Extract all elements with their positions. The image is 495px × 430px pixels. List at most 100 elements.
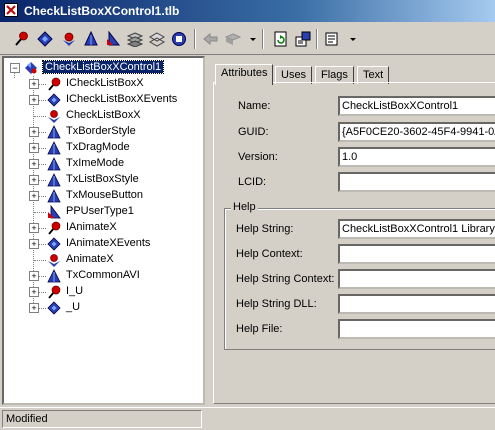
- tree-item[interactable]: PPUserType1: [29, 204, 203, 220]
- guid-field[interactable]: {A5F0CE20-3602-45F4-9941-0A4: [338, 122, 495, 142]
- new-module-icon[interactable]: [168, 28, 190, 50]
- tree-item-label[interactable]: IAnimateX: [66, 221, 117, 233]
- enum-icon: [47, 269, 61, 283]
- tree-item-label[interactable]: ICheckListBoxX: [66, 77, 144, 89]
- lcid-field[interactable]: [338, 172, 495, 192]
- expand-icon[interactable]: +: [29, 143, 39, 153]
- enum-icon: [47, 157, 61, 171]
- tree-item[interactable]: + TxDragMode: [29, 140, 203, 156]
- tree-item-label[interactable]: TxDragMode: [66, 141, 130, 153]
- new-dispinterface-icon[interactable]: [34, 28, 56, 50]
- toolbar: [0, 24, 495, 55]
- help-context-field[interactable]: [338, 244, 495, 264]
- expand-icon[interactable]: +: [29, 271, 39, 281]
- help-string-label: Help String:: [236, 223, 294, 235]
- tree-line: [34, 116, 46, 117]
- new-property-icon: [222, 28, 244, 50]
- status-text: Modified: [2, 410, 202, 428]
- help-string-dll-field[interactable]: [338, 294, 495, 314]
- help-string-context-label: Help String Context:: [236, 273, 335, 285]
- coclass-icon: [47, 253, 61, 267]
- expand-icon[interactable]: +: [29, 159, 39, 169]
- tree-item[interactable]: + IAnimateXEvents: [29, 236, 203, 252]
- expand-icon[interactable]: +: [29, 127, 39, 137]
- tree-item-label[interactable]: PPUserType1: [66, 205, 134, 217]
- tree-root-label[interactable]: CheckListBoxXControl1: [41, 60, 165, 74]
- tree-item[interactable]: + TxMouseButton: [29, 188, 203, 204]
- alias-icon: [47, 204, 61, 219]
- tree-item[interactable]: + TxCommonAVI: [29, 268, 203, 284]
- expand-icon[interactable]: +: [29, 191, 39, 201]
- tree-item-label[interactable]: AnimateX: [66, 253, 114, 265]
- tree-item-label[interactable]: TxBorderStyle: [66, 125, 136, 137]
- tree-line: [34, 260, 46, 261]
- chevron-down-icon[interactable]: [342, 28, 364, 50]
- enum-icon: [47, 141, 61, 155]
- tree-item[interactable]: + TxBorderStyle: [29, 124, 203, 140]
- help-string-context-field[interactable]: [338, 269, 495, 289]
- tree-line: [34, 212, 46, 213]
- tree-item-label[interactable]: _U: [66, 301, 80, 313]
- tree-item-label[interactable]: I_U: [66, 285, 83, 297]
- tree-item[interactable]: + TxListBoxStyle: [29, 172, 203, 188]
- expand-icon[interactable]: +: [29, 287, 39, 297]
- expand-icon[interactable]: +: [29, 303, 39, 313]
- tab-label: Flags: [321, 69, 348, 81]
- dispinterface-icon: [47, 93, 61, 107]
- expand-icon[interactable]: +: [29, 175, 39, 185]
- new-union-icon[interactable]: [146, 28, 168, 50]
- tree-item[interactable]: + _U: [29, 300, 203, 316]
- tree-item[interactable]: CheckListBoxX: [29, 108, 203, 124]
- toolbar-separator: [316, 29, 318, 49]
- expand-icon[interactable]: +: [29, 79, 39, 89]
- toolbar-separator: [194, 29, 196, 49]
- new-coclass-icon[interactable]: [58, 28, 80, 50]
- version-field[interactable]: 1.0: [338, 147, 495, 167]
- tree-item-label[interactable]: TxCommonAVI: [66, 269, 140, 281]
- expand-icon[interactable]: +: [29, 95, 39, 105]
- type-tree[interactable]: − CheckListBoxXControl1 + ICheckListBoxX +…: [2, 56, 205, 405]
- help-string-dll-label: Help String DLL:: [236, 298, 317, 310]
- tree-item-label[interactable]: ICheckListBoxXEvents: [66, 93, 177, 105]
- tab-attributes[interactable]: Attributes: [215, 64, 274, 85]
- tree-item-label[interactable]: TxListBoxStyle: [66, 173, 139, 185]
- new-record-icon[interactable]: [124, 28, 146, 50]
- interface-icon: [47, 221, 61, 235]
- expand-icon[interactable]: +: [29, 239, 39, 249]
- help-file-field[interactable]: [338, 319, 495, 339]
- help-file-label: Help File:: [236, 323, 283, 335]
- tree-item-label[interactable]: IAnimateXEvents: [66, 237, 150, 249]
- new-alias-icon[interactable]: [102, 28, 124, 50]
- new-enum-icon[interactable]: [80, 28, 102, 50]
- tree-item[interactable]: + ICheckListBoxX: [29, 76, 203, 92]
- name-label: Name:: [238, 100, 271, 112]
- export-icon[interactable]: [322, 28, 344, 50]
- tree-item[interactable]: AnimateX: [29, 252, 203, 268]
- tree-root-node[interactable]: − CheckListBoxXControl1: [10, 60, 200, 76]
- title-bar: CheckListBoxXControl1.tlb: [0, 0, 495, 22]
- tree-item-label[interactable]: CheckListBoxX: [66, 109, 141, 121]
- help-string-field[interactable]: CheckListBoxXControl1 Library: [338, 219, 495, 239]
- refresh-icon[interactable]: [270, 28, 292, 50]
- tree-item[interactable]: + ICheckListBoxXEvents: [29, 92, 203, 108]
- tree-item[interactable]: + IAnimateX: [29, 220, 203, 236]
- version-label: Version:: [238, 151, 278, 163]
- dispinterface-icon: [47, 237, 61, 251]
- new-interface-icon[interactable]: [10, 28, 32, 50]
- enum-icon: [47, 189, 61, 203]
- tree-item-label[interactable]: TxImeMode: [66, 157, 124, 169]
- tree-item[interactable]: + I_U: [29, 284, 203, 300]
- name-field[interactable]: CheckListBoxXControl1: [338, 96, 495, 116]
- window-title: CheckListBoxXControl1.tlb: [24, 4, 180, 18]
- attributes-panel: Name: CheckListBoxXControl1 GUID: {A5F0C…: [213, 82, 495, 404]
- lcid-label: LCID:: [238, 176, 267, 188]
- typelib-app-icon[interactable]: [4, 3, 18, 20]
- tree-item[interactable]: + TxImeMode: [29, 156, 203, 172]
- collapse-icon[interactable]: −: [10, 63, 20, 73]
- expand-icon[interactable]: +: [29, 223, 39, 233]
- register-icon[interactable]: [292, 28, 314, 50]
- status-bar: Modified: [0, 407, 495, 430]
- help-context-label: Help Context:: [236, 248, 303, 260]
- coclass-icon: [47, 109, 61, 123]
- tree-item-label[interactable]: TxMouseButton: [66, 189, 143, 201]
